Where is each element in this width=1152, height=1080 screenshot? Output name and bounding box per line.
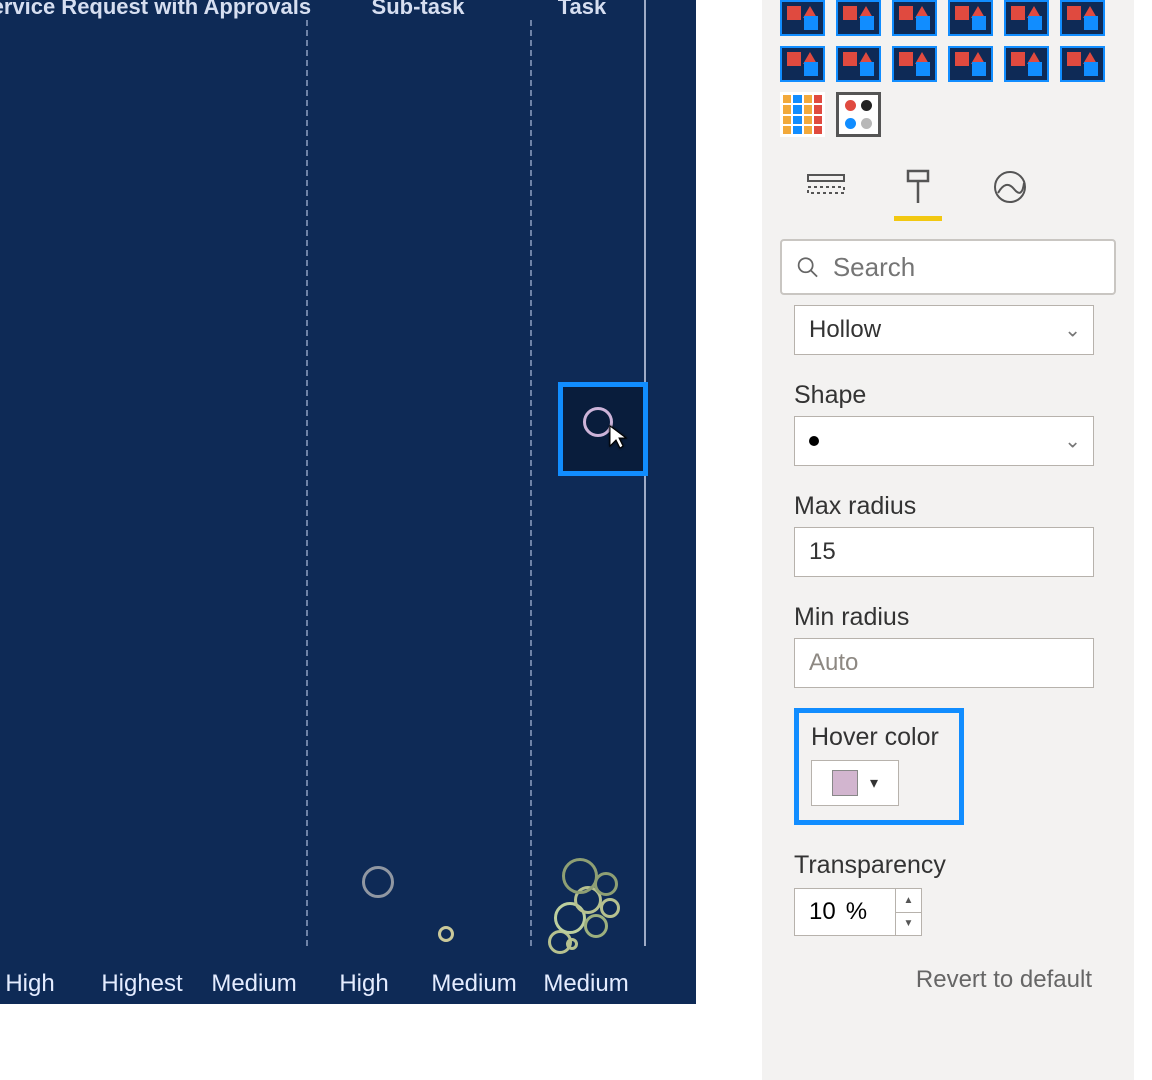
x-tick-label: High bbox=[5, 970, 54, 998]
hover-color-group-highlight: Hover color ▾ bbox=[794, 708, 964, 825]
tab-format[interactable] bbox=[894, 169, 942, 221]
hovered-bubble[interactable] bbox=[583, 407, 613, 437]
viz-thumb[interactable] bbox=[892, 46, 937, 82]
category-divider bbox=[306, 20, 308, 946]
column-header: Service Request with Approvals bbox=[0, 0, 311, 20]
format-search[interactable] bbox=[780, 239, 1116, 295]
viz-thumb[interactable] bbox=[780, 0, 825, 36]
viz-thumb[interactable] bbox=[1004, 0, 1049, 36]
x-tick-label: Medium bbox=[543, 970, 628, 998]
hover-color-label: Hover color bbox=[811, 723, 939, 752]
data-bubble[interactable] bbox=[566, 938, 578, 950]
viz-thumb-heatmap[interactable] bbox=[780, 92, 825, 137]
pane-tabs bbox=[762, 153, 1134, 221]
max-radius-label: Max radius bbox=[794, 492, 1116, 521]
chevron-down-icon: ⌄ bbox=[1064, 429, 1081, 454]
shape-select[interactable]: ⌄ bbox=[794, 416, 1094, 466]
caret-down-icon: ▾ bbox=[870, 773, 878, 793]
category-divider bbox=[530, 20, 532, 946]
chevron-down-icon: ⌄ bbox=[1064, 318, 1081, 343]
report-canvas[interactable]: Service Request with Approvals Sub-task Ta… bbox=[0, 0, 696, 1080]
spinner-down-button[interactable]: ▼ bbox=[896, 913, 921, 936]
transparency-input[interactable]: 10 % ▲ ▼ bbox=[794, 888, 922, 936]
column-header: Sub-task bbox=[372, 0, 465, 20]
viz-thumb[interactable] bbox=[948, 0, 993, 36]
x-tick-label: Medium bbox=[211, 970, 296, 998]
viz-thumb[interactable] bbox=[780, 46, 825, 82]
viz-thumb[interactable] bbox=[1060, 46, 1105, 82]
data-bubble[interactable] bbox=[600, 898, 620, 918]
viz-thumb[interactable] bbox=[1060, 0, 1105, 36]
marker-style-value: Hollow bbox=[809, 316, 881, 344]
viz-thumb[interactable] bbox=[1004, 46, 1049, 82]
visualization-gallery bbox=[762, 0, 1134, 153]
data-bubble[interactable] bbox=[438, 926, 454, 942]
shape-dot-icon bbox=[809, 436, 819, 446]
viz-thumb[interactable] bbox=[948, 46, 993, 82]
tab-fields[interactable] bbox=[802, 169, 850, 221]
x-tick-label: High bbox=[339, 970, 388, 998]
hover-color-picker[interactable]: ▾ bbox=[811, 760, 899, 806]
marker-style-select[interactable]: Hollow ⌄ bbox=[794, 305, 1094, 355]
visualizations-format-pane: Hollow ⌄ Shape ⌄ Max radius 15 bbox=[762, 0, 1134, 1080]
transparency-label: Transparency bbox=[794, 851, 1116, 880]
data-bubble[interactable] bbox=[584, 914, 608, 938]
min-radius-input[interactable]: Auto bbox=[794, 638, 1094, 688]
tab-analytics[interactable] bbox=[986, 169, 1034, 221]
data-bubble[interactable] bbox=[562, 858, 598, 894]
x-tick-label: Highest bbox=[101, 970, 182, 998]
max-radius-input[interactable]: 15 bbox=[794, 527, 1094, 577]
shape-label: Shape bbox=[794, 381, 1116, 410]
viz-thumb[interactable] bbox=[892, 0, 937, 36]
min-radius-label: Min radius bbox=[794, 603, 1116, 632]
x-tick-label: Medium bbox=[431, 970, 516, 998]
viz-thumb[interactable] bbox=[836, 46, 881, 82]
viz-thumb[interactable] bbox=[836, 0, 881, 36]
data-bubble[interactable] bbox=[594, 872, 618, 896]
hover-color-swatch bbox=[832, 770, 858, 796]
spinner-up-button[interactable]: ▲ bbox=[896, 889, 921, 913]
viz-thumb-custom[interactable] bbox=[836, 92, 881, 137]
search-icon bbox=[796, 254, 819, 280]
format-search-input[interactable] bbox=[833, 252, 1100, 283]
data-bubble[interactable] bbox=[362, 866, 394, 898]
column-header: Task bbox=[558, 0, 607, 20]
revert-to-default-link[interactable]: Revert to default bbox=[916, 966, 1092, 993]
